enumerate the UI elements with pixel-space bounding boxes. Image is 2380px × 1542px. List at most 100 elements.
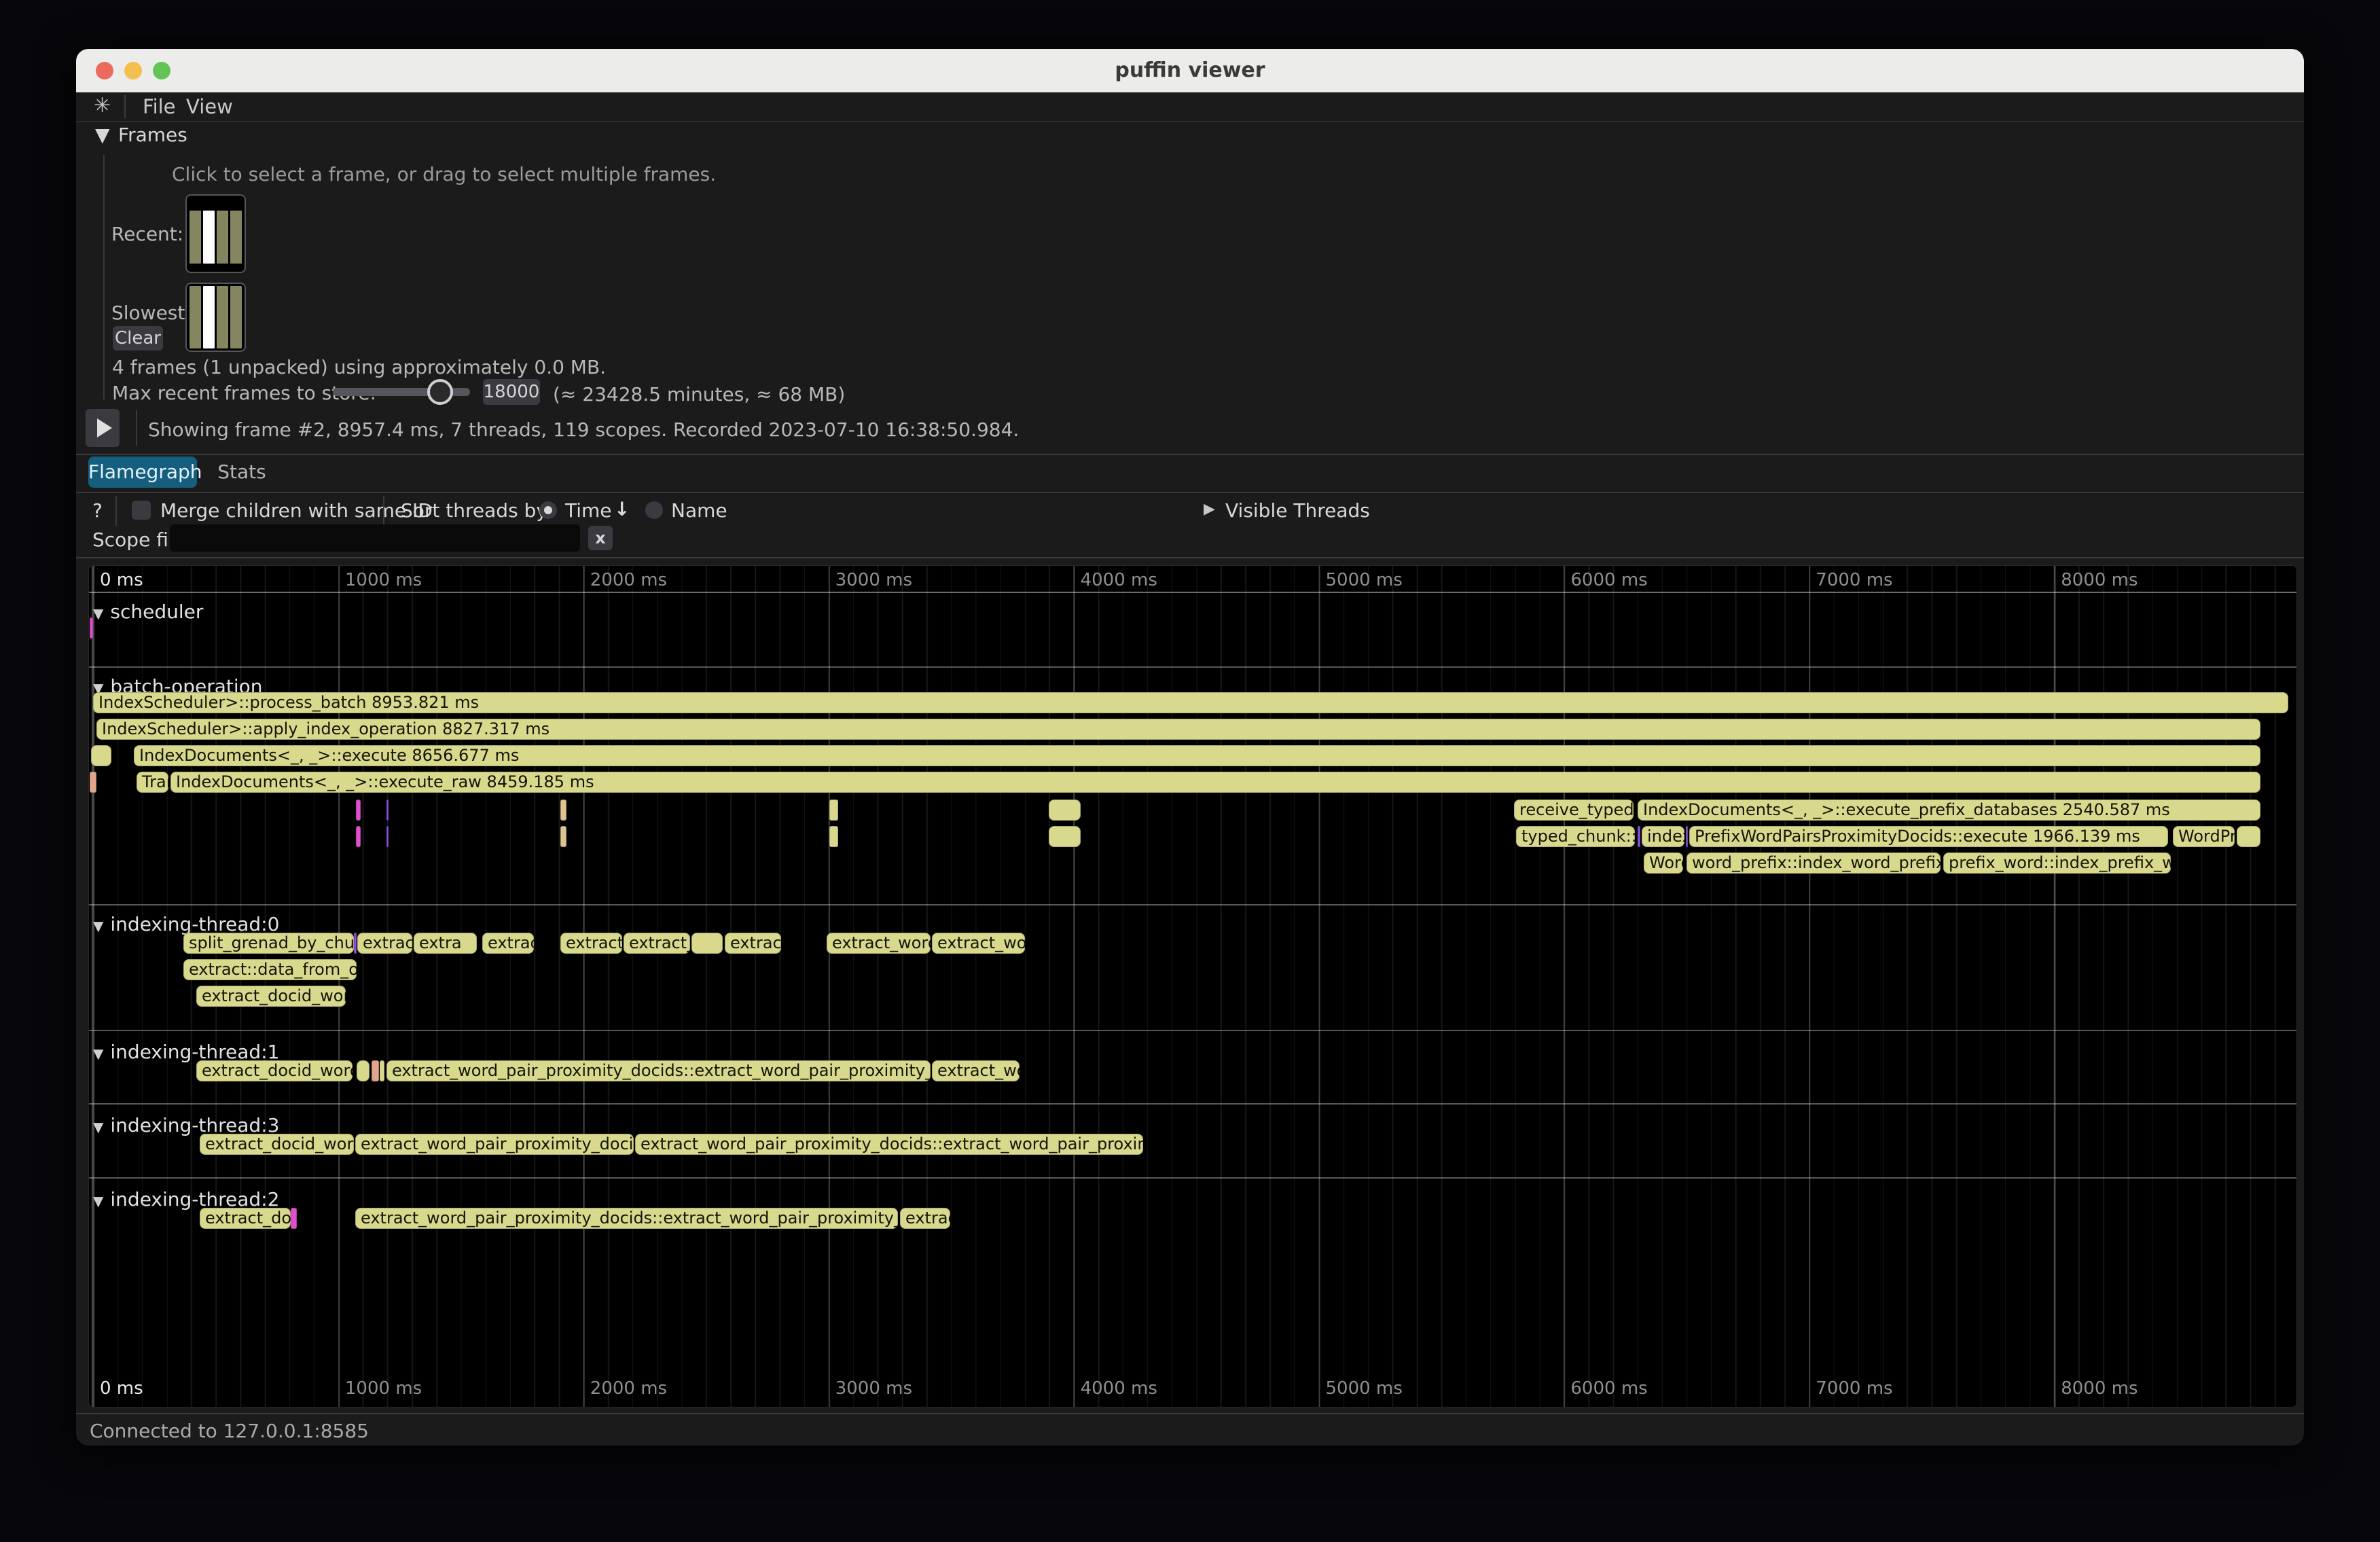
scope-bar[interactable]: extract_word: [827, 933, 931, 954]
scope-bar[interactable]: extract_: [624, 933, 690, 954]
frame-bar[interactable]: [230, 211, 242, 264]
scope-bar-small[interactable]: [380, 1060, 384, 1081]
scope-bar[interactable]: extract_word_pair_proximity_docids::extr…: [386, 1060, 931, 1081]
controls-divider: [383, 496, 384, 526]
help-button[interactable]: ?: [92, 499, 103, 522]
scope-bar[interactable]: extract: [725, 933, 781, 954]
scope-bar[interactable]: extract_docid_word: [196, 1060, 353, 1081]
frame-bar[interactable]: [217, 211, 228, 264]
scope-bar[interactable]: extrac: [900, 1208, 950, 1229]
recent-label: Recent:: [111, 223, 183, 245]
scope-bar[interactable]: IndexScheduler>::apply_index_operation 8…: [96, 719, 2260, 740]
frames-collapse-icon[interactable]: ▼: [95, 124, 110, 146]
showing-frame-text: Showing frame #2, 8957.4 ms, 7 threads, …: [148, 418, 1019, 441]
scope-filter-input[interactable]: [170, 524, 580, 552]
frame-bar[interactable]: [203, 286, 215, 348]
scope-bar[interactable]: extract_doc: [200, 1208, 291, 1229]
scope-bar[interactable]: extract_wo: [932, 1060, 1020, 1081]
menu-file[interactable]: File: [143, 95, 176, 118]
menu-view[interactable]: View: [186, 95, 233, 118]
scope-bar-small[interactable]: [372, 1060, 379, 1081]
scope-bar[interactable]: Trans: [137, 772, 168, 793]
frame-bar[interactable]: [203, 211, 215, 264]
thread-label-scheduler[interactable]: ▼scheduler: [93, 600, 203, 623]
scope-bar-small[interactable]: [829, 800, 838, 821]
chevron-right-icon[interactable]: ▶: [1204, 501, 1215, 518]
scope-bar[interactable]: extra: [414, 933, 477, 954]
scope-bar[interactable]: extract_docid_word: [200, 1134, 354, 1155]
scope-bar[interactable]: extract::data_from_ob: [183, 959, 357, 980]
sort-time-label[interactable]: Time: [565, 499, 612, 522]
scope-bar-small[interactable]: [386, 800, 389, 821]
flamegraph-canvas[interactable]: 0 ms1000 ms2000 ms3000 ms4000 ms5000 ms6…: [88, 565, 2297, 1407]
scope-bar[interactable]: prefix_word::index_prefix_wo: [1943, 853, 2171, 874]
scope-bar[interactable]: Word: [1644, 853, 1683, 874]
sort-name-radio[interactable]: [645, 501, 663, 519]
theme-sun-icon[interactable]: ✳: [94, 94, 111, 118]
play-icon: [97, 418, 112, 437]
scope-bar-small[interactable]: [357, 1060, 369, 1081]
time-axis-tick: 5000 ms: [1326, 570, 1403, 590]
scope-bar[interactable]: IndexDocuments<_, _>::execute 8656.677 m…: [134, 745, 2260, 766]
scope-bar[interactable]: extract_word_pair_proximity_docids::extr…: [635, 1134, 1143, 1155]
clear-frames-button[interactable]: Clear: [113, 326, 163, 351]
scope-bar-small[interactable]: [2237, 826, 2260, 847]
tab-flamegraph[interactable]: Flamegraph: [88, 456, 197, 488]
collapse-icon: ▼: [93, 918, 103, 934]
scope-bar[interactable]: IndexDocuments<_, _>::execute_prefix_dat…: [1638, 800, 2260, 821]
frames-header[interactable]: Frames: [118, 124, 187, 146]
scope-bar-small[interactable]: [91, 745, 111, 766]
scope-bar-small[interactable]: [1049, 800, 1081, 821]
scope-bar[interactable]: index: [1642, 826, 1684, 847]
frame-bar[interactable]: [217, 286, 228, 348]
visible-threads-header[interactable]: Visible Threads: [1225, 499, 1370, 522]
scope-bar-small[interactable]: [1049, 826, 1081, 847]
time-axis-tick: 2000 ms: [590, 1378, 667, 1399]
scope-bar[interactable]: typed_chunk::w: [1516, 826, 1635, 847]
frames-usage-text: 4 frames (1 unpacked) using approximatel…: [112, 356, 606, 378]
scope-bar[interactable]: word_prefix::index_word_prefix_: [1687, 853, 1941, 874]
frame-bar[interactable]: [230, 286, 242, 348]
scope-bar[interactable]: IndexScheduler>::process_batch 8953.821 …: [93, 692, 2288, 713]
scope-bar[interactable]: extract_word_pair_proximity_docids: [355, 1134, 634, 1155]
scope-bar-small[interactable]: [356, 800, 361, 821]
scope-bar[interactable]: PrefixWordPairsProximityDocids::execute …: [1689, 826, 2168, 847]
scope-bar[interactable]: IndexDocuments<_, _>::execute_raw 8459.1…: [170, 772, 2260, 793]
clear-filter-button[interactable]: x: [588, 526, 613, 550]
recent-frames-thumbnail[interactable]: [185, 194, 246, 273]
scope-bar[interactable]: extract_: [560, 933, 622, 954]
sort-time-radio[interactable]: [539, 501, 557, 519]
scope-bar-small[interactable]: [90, 772, 96, 793]
scope-bar[interactable]: extract_wo: [932, 933, 1025, 954]
slowest-frames-thumbnail[interactable]: [185, 283, 246, 352]
scope-bar-small[interactable]: [560, 826, 566, 847]
time-axis-tick: 3000 ms: [835, 570, 912, 590]
scope-bar-small[interactable]: [386, 826, 389, 847]
max-frames-value[interactable]: 18000: [483, 379, 540, 405]
scope-bar[interactable]: WordPr: [2173, 826, 2235, 847]
sort-name-label[interactable]: Name: [671, 499, 727, 522]
tab-stats[interactable]: Stats: [209, 456, 274, 488]
scope-bar-small[interactable]: [356, 826, 361, 847]
scope-bar[interactable]: extract_word_pair_proximity_docids::extr…: [355, 1208, 898, 1229]
scope-bar-small[interactable]: [291, 1208, 297, 1229]
scope-bar-small[interactable]: [560, 800, 566, 821]
scope-bar[interactable]: extrac: [482, 933, 534, 954]
separator: [76, 492, 2304, 493]
max-frames-slider-knob[interactable]: [427, 379, 453, 405]
scope-bar-small[interactable]: [354, 933, 357, 954]
frame-bar[interactable]: [190, 286, 201, 348]
scope-bar-small[interactable]: [691, 933, 723, 954]
scope-bar[interactable]: receive_typed_: [1514, 800, 1634, 821]
play-button[interactable]: [86, 409, 120, 447]
scope-bar[interactable]: split_grenad_by_chun: [183, 933, 354, 954]
scope-bar-small[interactable]: [90, 617, 93, 639]
scope-bar-small[interactable]: [1686, 826, 1688, 847]
frame-bar[interactable]: [190, 211, 201, 264]
scope-bar-small[interactable]: [829, 826, 838, 847]
scope-bar-small[interactable]: [1638, 826, 1640, 847]
merge-children-checkbox[interactable]: [132, 501, 151, 520]
scope-bar[interactable]: extract: [357, 933, 412, 954]
scope-bar[interactable]: extract_docid_word: [196, 986, 346, 1007]
time-axis-tick: 8000 ms: [2061, 1378, 2138, 1399]
